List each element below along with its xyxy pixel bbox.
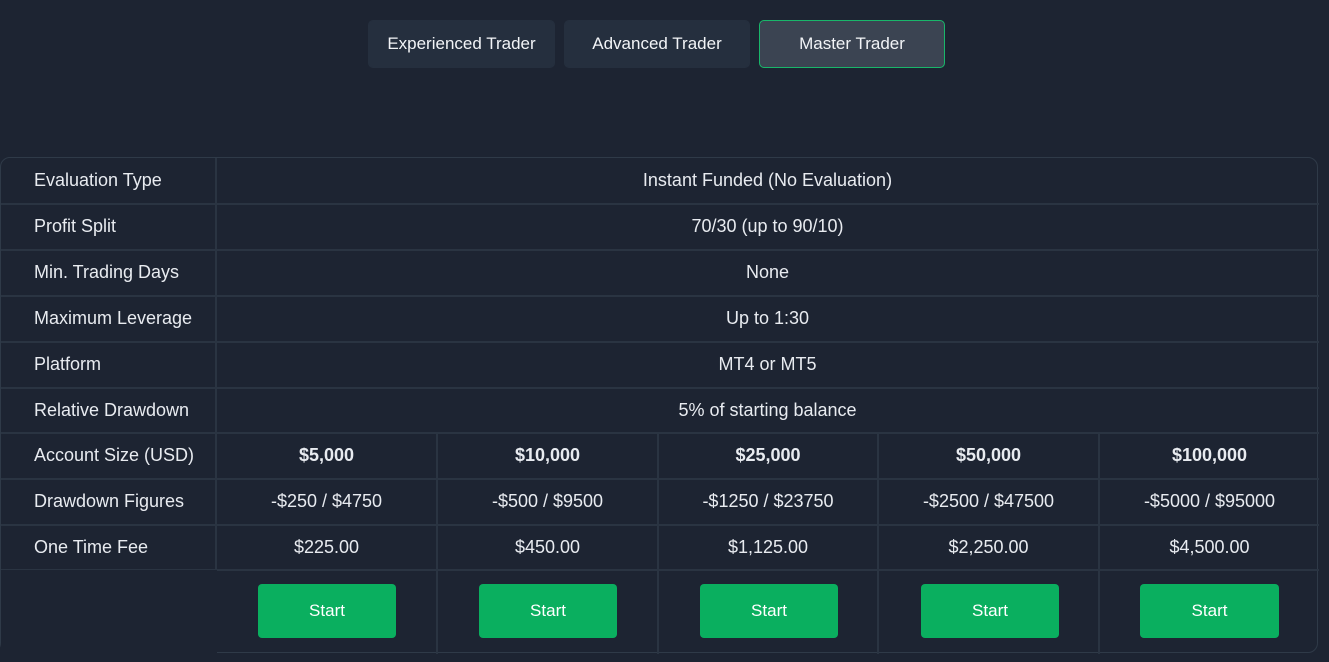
fee-value: $450.00	[514, 536, 581, 557]
row-value-evaluation-type: Instant Funded (No Evaluation)	[642, 170, 893, 190]
tab-master-trader[interactable]: Master Trader	[759, 20, 945, 68]
blank-label-cell	[1, 570, 217, 655]
trader-level-tabs: Experienced Trader Advanced Trader Maste…	[368, 20, 945, 68]
start-button-5000[interactable]: Start	[258, 584, 396, 638]
fee-value: $225.00	[293, 536, 360, 557]
row-value-relative-drawdown: 5% of starting balance	[678, 399, 857, 420]
start-button-50000[interactable]: Start	[921, 584, 1059, 638]
start-button-100000[interactable]: Start	[1140, 584, 1279, 638]
drawdown-figure-value: -$250 / $4750	[270, 491, 383, 511]
start-button-25000[interactable]: Start	[700, 584, 838, 638]
account-size-value: $10,000	[514, 445, 581, 465]
fee-value: $1,125.00	[727, 536, 809, 557]
row-label-min-trading-days: Min. Trading Days	[34, 262, 180, 282]
drawdown-figure-value: -$2500 / $47500	[922, 491, 1055, 511]
row-label-profit-split: Profit Split	[34, 216, 117, 236]
row-label-one-time-fee: One Time Fee	[34, 536, 149, 557]
fee-value: $2,250.00	[948, 536, 1029, 557]
drawdown-figure-value: -$5000 / $95000	[1143, 491, 1276, 511]
start-button-10000[interactable]: Start	[479, 584, 617, 638]
row-label-platform: Platform	[34, 354, 102, 374]
tab-advanced-trader[interactable]: Advanced Trader	[564, 20, 750, 68]
pricing-table: Evaluation Type Instant Funded (No Evalu…	[0, 157, 1319, 655]
row-value-maximum-leverage: Up to 1:30	[725, 308, 810, 328]
row-label-drawdown-figures: Drawdown Figures	[34, 491, 185, 511]
row-label-maximum-leverage: Maximum Leverage	[34, 308, 193, 328]
account-size-value: $50,000	[955, 445, 1022, 465]
fee-value: $4,500.00	[1169, 536, 1250, 557]
row-value-profit-split: 70/30 (up to 90/10)	[691, 216, 844, 236]
row-value-platform: MT4 or MT5	[718, 354, 817, 374]
row-label-relative-drawdown: Relative Drawdown	[34, 399, 190, 420]
row-label-evaluation-type: Evaluation Type	[34, 170, 162, 190]
drawdown-figure-value: -$1250 / $23750	[702, 491, 834, 511]
account-size-value: $100,000	[1171, 445, 1248, 465]
drawdown-figure-value: -$500 / $9500	[491, 491, 604, 511]
account-size-value: $25,000	[735, 445, 801, 465]
row-value-min-trading-days: None	[745, 262, 790, 282]
account-size-value: $5,000	[298, 445, 355, 465]
tab-experienced-trader[interactable]: Experienced Trader	[368, 20, 555, 68]
row-label-account-size: Account Size (USD)	[34, 445, 195, 465]
